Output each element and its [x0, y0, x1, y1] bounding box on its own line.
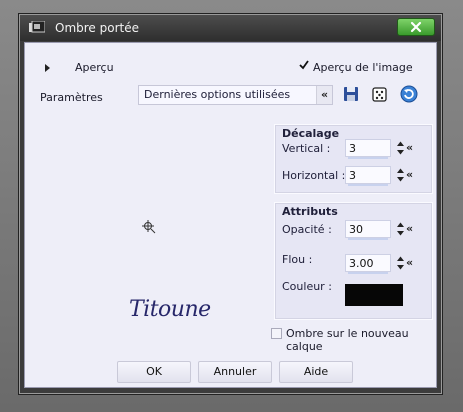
blur-input[interactable]: 3.00	[345, 254, 391, 274]
blur-reset-icon[interactable]: «	[406, 256, 418, 270]
reset-arrow-icon[interactable]	[400, 85, 418, 103]
ok-button[interactable]: OK	[117, 361, 191, 383]
params-label: Paramètres	[40, 91, 103, 104]
attributes-title: Attributs	[282, 205, 338, 218]
window-title: Ombre portée	[55, 21, 139, 35]
double-chevron-left-icon: «	[320, 88, 329, 101]
expand-preview-toggle[interactable]	[45, 64, 50, 72]
preview-label: Aperçu	[75, 61, 114, 74]
help-button[interactable]: Aide	[279, 361, 353, 383]
image-preview-checkbox[interactable]	[299, 60, 309, 73]
preview-canvas[interactable]	[35, 113, 265, 323]
title-bar[interactable]: Ombre portée	[20, 15, 441, 41]
new-layer-label[interactable]: Ombre sur le nouveau calque	[286, 327, 436, 353]
offset-group: Décalage Vertical : 3 « Horizontal : 3 «	[274, 124, 433, 194]
dialog-body: Aperçu Aperçu de l'image Paramètres Dern…	[24, 42, 437, 388]
new-layer-checkbox[interactable]	[271, 328, 282, 339]
vertical-spinner-icon[interactable]	[396, 140, 405, 156]
close-icon	[410, 21, 422, 33]
blur-label: Flou :	[282, 253, 313, 266]
preset-reset-button[interactable]: «	[316, 86, 332, 104]
horizontal-reset-icon[interactable]: «	[406, 168, 418, 182]
opacity-spinner-icon[interactable]	[396, 221, 405, 237]
blur-spinner-icon[interactable]	[396, 255, 405, 271]
image-preview-label[interactable]: Aperçu de l'image	[313, 61, 413, 74]
shadow-color-swatch[interactable]	[345, 284, 403, 306]
vertical-label: Vertical :	[282, 142, 331, 155]
pan-crosshair-icon[interactable]	[141, 219, 157, 239]
horizontal-input[interactable]: 3	[345, 166, 391, 186]
save-preset-icon[interactable]	[342, 85, 360, 103]
opacity-label: Opacité :	[282, 223, 332, 236]
opacity-input[interactable]: 30	[345, 220, 391, 240]
vertical-reset-icon[interactable]: «	[406, 141, 418, 155]
app-icon	[29, 21, 45, 33]
attributes-group: Attributs Opacité : 30 « Flou : 3.00 « C…	[274, 202, 433, 320]
opacity-reset-icon[interactable]: «	[406, 222, 418, 236]
randomize-dice-icon[interactable]	[371, 85, 389, 103]
preview-signature: Titoune	[129, 297, 211, 322]
horizontal-spinner-icon[interactable]	[396, 167, 405, 183]
dialog-window: Ombre portée Aperçu Aperçu de l'image Pa…	[18, 13, 443, 395]
crosshair-icon	[142, 220, 156, 234]
vertical-input[interactable]: 3	[345, 139, 391, 159]
close-button[interactable]	[397, 18, 435, 36]
horizontal-label: Horizontal :	[282, 169, 346, 182]
checkmark-icon	[299, 60, 309, 70]
cancel-button[interactable]: Annuler	[198, 361, 272, 383]
offset-title: Décalage	[282, 127, 340, 140]
color-label: Couleur :	[282, 280, 332, 293]
preset-dropdown[interactable]: Dernières options utilisées	[138, 85, 333, 105]
